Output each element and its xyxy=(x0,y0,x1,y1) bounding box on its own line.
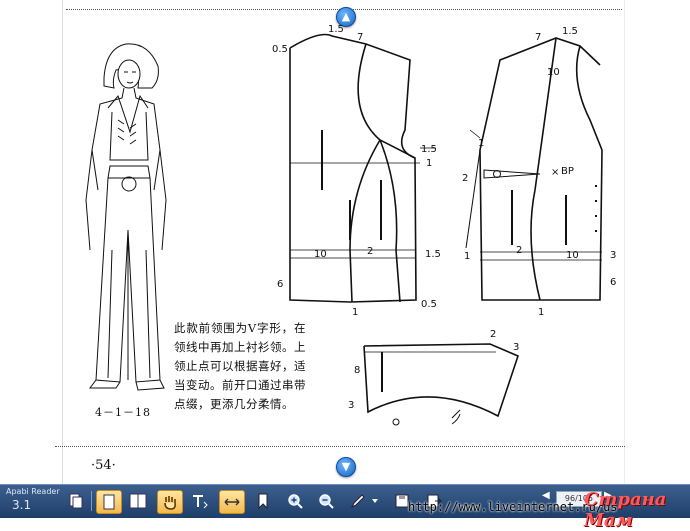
back-bodice-pattern xyxy=(465,37,603,301)
app-name: Apabi Reader xyxy=(6,487,60,496)
pen-options-dropdown[interactable] xyxy=(368,490,382,512)
bookmark-icon xyxy=(258,493,268,509)
label-front-hem-1: 1 xyxy=(352,307,358,318)
label-back-waist-3: 3 xyxy=(610,250,616,261)
bookmark-button[interactable] xyxy=(251,490,275,512)
label-back-side-1: 1 xyxy=(478,138,484,149)
zoom-in-icon xyxy=(288,494,303,509)
hand-icon xyxy=(164,496,176,510)
two-page-view-button[interactable] xyxy=(126,490,150,512)
pages-icon xyxy=(69,493,83,509)
label-back-waist-2: 2 xyxy=(516,245,522,256)
label-collar-3-bottom: 3 xyxy=(348,400,354,411)
label-front-hem-6: 6 xyxy=(277,279,283,290)
label-collar-3-top: 3 xyxy=(513,342,519,353)
collar-pattern xyxy=(363,343,519,426)
label-front-waist-15: 1.5 xyxy=(425,249,441,260)
label-back-dart-2: 2 xyxy=(462,173,468,184)
fashion-figure-illustration xyxy=(85,43,167,391)
page-number: ·54· xyxy=(91,458,116,473)
label-back-neck-10: 10 xyxy=(547,67,560,78)
two-page-icon xyxy=(129,493,147,509)
page-copy-button[interactable] xyxy=(64,490,88,512)
hand-tool-button[interactable] xyxy=(157,490,183,514)
label-front-top-left: 0.5 xyxy=(272,44,288,55)
label-front-waist-10: 10 xyxy=(314,249,327,260)
document-page: ▲ ▼ 0.5 1.5 7 1.5 1 10 2 1.5 6 0.5 1 7 1… xyxy=(0,0,690,484)
label-front-top-right: 7 xyxy=(357,32,363,43)
text-select-button[interactable] xyxy=(188,490,212,512)
label-front-waist-2: 2 xyxy=(367,246,373,257)
label-back-top-15: 1.5 xyxy=(562,26,578,37)
figure-label: 4－1－18 xyxy=(95,406,151,419)
bp-mark-icon: × xyxy=(551,167,559,178)
label-front-side-shift: 1.5 xyxy=(421,144,437,155)
pen-icon xyxy=(350,494,365,509)
figure-caption: 此款前领围为V字形，在领线中再加上衬衫领。上领止点可以根据喜好，适当变动。前开口… xyxy=(174,321,306,411)
annotate-pen-button[interactable] xyxy=(346,490,370,512)
label-collar-2: 2 xyxy=(490,329,496,340)
label-back-waist-1: 1 xyxy=(464,251,470,262)
single-page-view-button[interactable] xyxy=(96,490,122,514)
zoom-out-icon xyxy=(319,494,334,509)
label-back-hem-6: 6 xyxy=(610,277,616,288)
zoom-out-button[interactable] xyxy=(314,490,338,512)
fit-width-button[interactable] xyxy=(219,490,245,514)
zoom-in-button[interactable] xyxy=(283,490,307,512)
label-back-hem-1: 1 xyxy=(538,307,544,318)
label-front-top-mid: 1.5 xyxy=(328,24,344,35)
chevron-down-icon xyxy=(372,499,378,503)
label-collar-8: 8 xyxy=(354,365,360,376)
fit-width-icon xyxy=(224,498,240,506)
label-back-top-7: 7 xyxy=(535,32,541,43)
label-back-bp: BP xyxy=(561,166,574,177)
label-front-side-one: 1 xyxy=(426,158,432,169)
app-version: 3.1 xyxy=(12,498,32,512)
label-front-hem-05: 0.5 xyxy=(421,299,437,310)
site-watermark-logo: Страна Мам xyxy=(584,489,667,531)
text-cursor-icon xyxy=(193,495,208,509)
single-page-icon xyxy=(103,494,115,510)
front-bodice-pattern xyxy=(289,33,436,303)
label-back-waist-10: 10 xyxy=(566,250,579,261)
